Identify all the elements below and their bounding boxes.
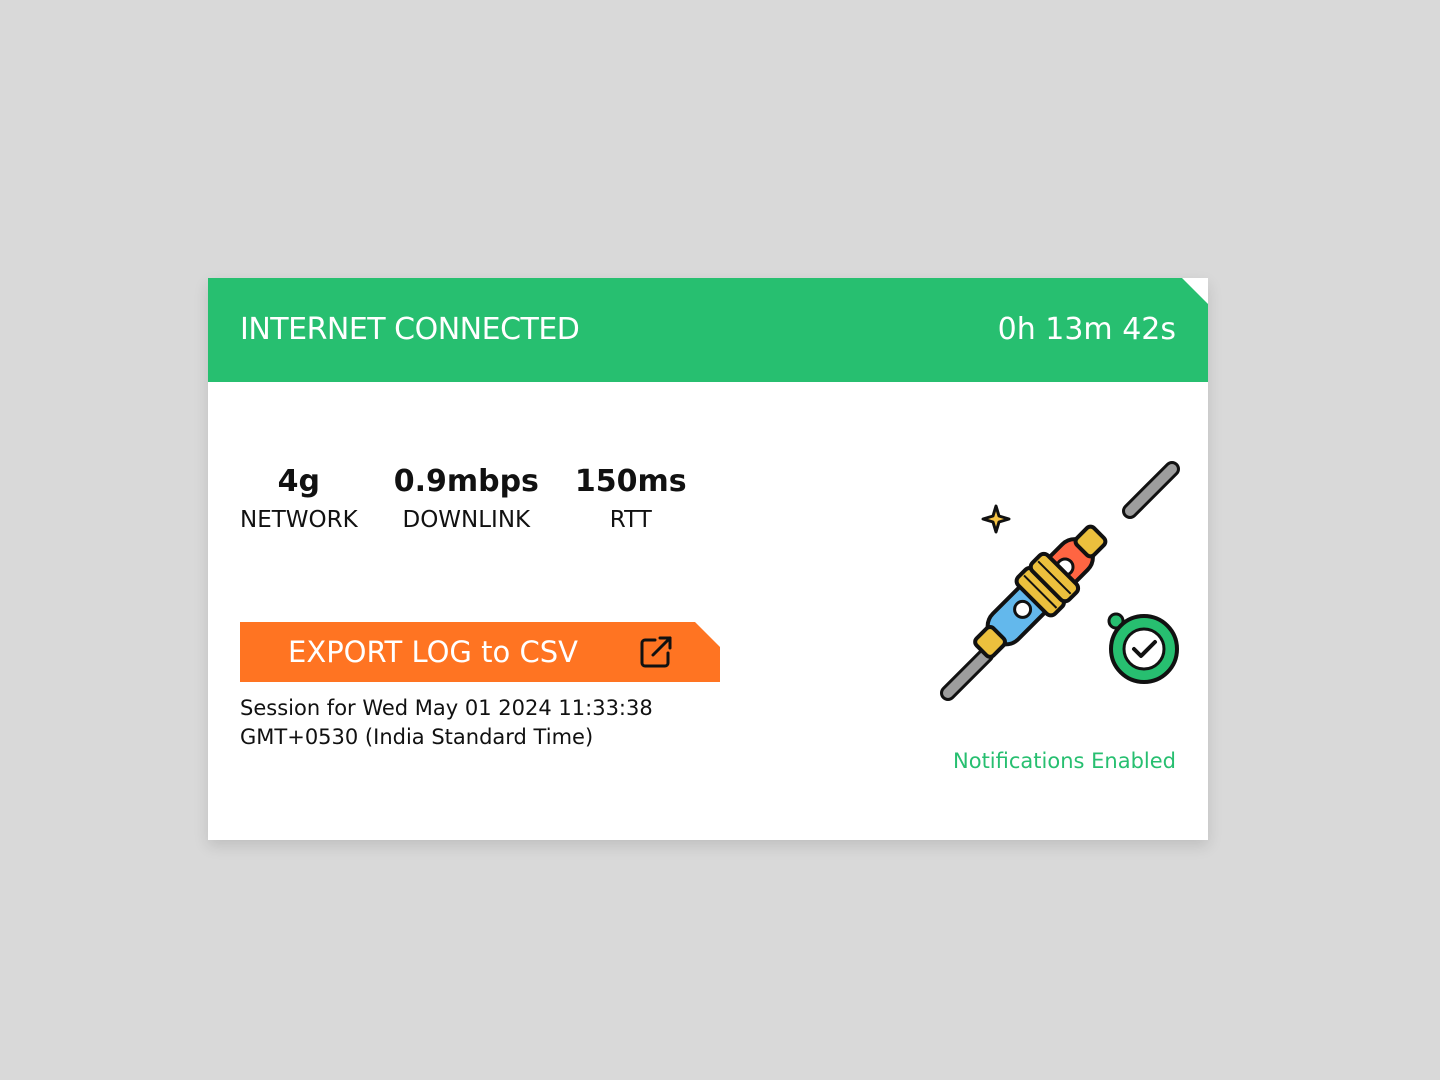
sparkle-icon <box>981 504 1011 534</box>
rtt-stat: 150ms RTT <box>575 462 687 534</box>
downlink-value: 0.9mbps <box>393 464 539 499</box>
notifications-status: Notifications Enabled <box>953 749 1176 773</box>
export-log-button[interactable]: EXPORT LOG to CSV <box>240 622 720 682</box>
rtt-value: 150ms <box>574 464 687 499</box>
export-log-label: EXPORT LOG to CSV <box>288 635 578 669</box>
connection-status-card: INTERNET CONNECTED 0h 13m 42s 4g NETWORK… <box>208 278 1208 840</box>
connection-uptime: 0h 13m 42s <box>997 312 1176 347</box>
rtt-label: RTT <box>609 507 652 533</box>
network-value: 4g <box>277 464 321 499</box>
downlink-label: DOWNLINK <box>402 507 531 533</box>
network-stat: 4g NETWORK <box>240 462 358 534</box>
network-label: NETWORK <box>240 507 358 533</box>
check-circle-icon <box>1107 612 1179 684</box>
status-header: INTERNET CONNECTED 0h 13m 42s <box>208 278 1208 382</box>
session-info: Session for Wed May 01 2024 11:33:38 GMT… <box>240 696 653 749</box>
connection-status-title: INTERNET CONNECTED <box>240 312 580 347</box>
network-stats: 4g NETWORK 0.9mbps DOWNLINK 150ms RTT <box>240 462 687 534</box>
external-link-icon <box>640 636 672 668</box>
plug-connected-icon <box>940 461 1180 701</box>
downlink-stat: 0.9mbps DOWNLINK <box>394 462 539 534</box>
